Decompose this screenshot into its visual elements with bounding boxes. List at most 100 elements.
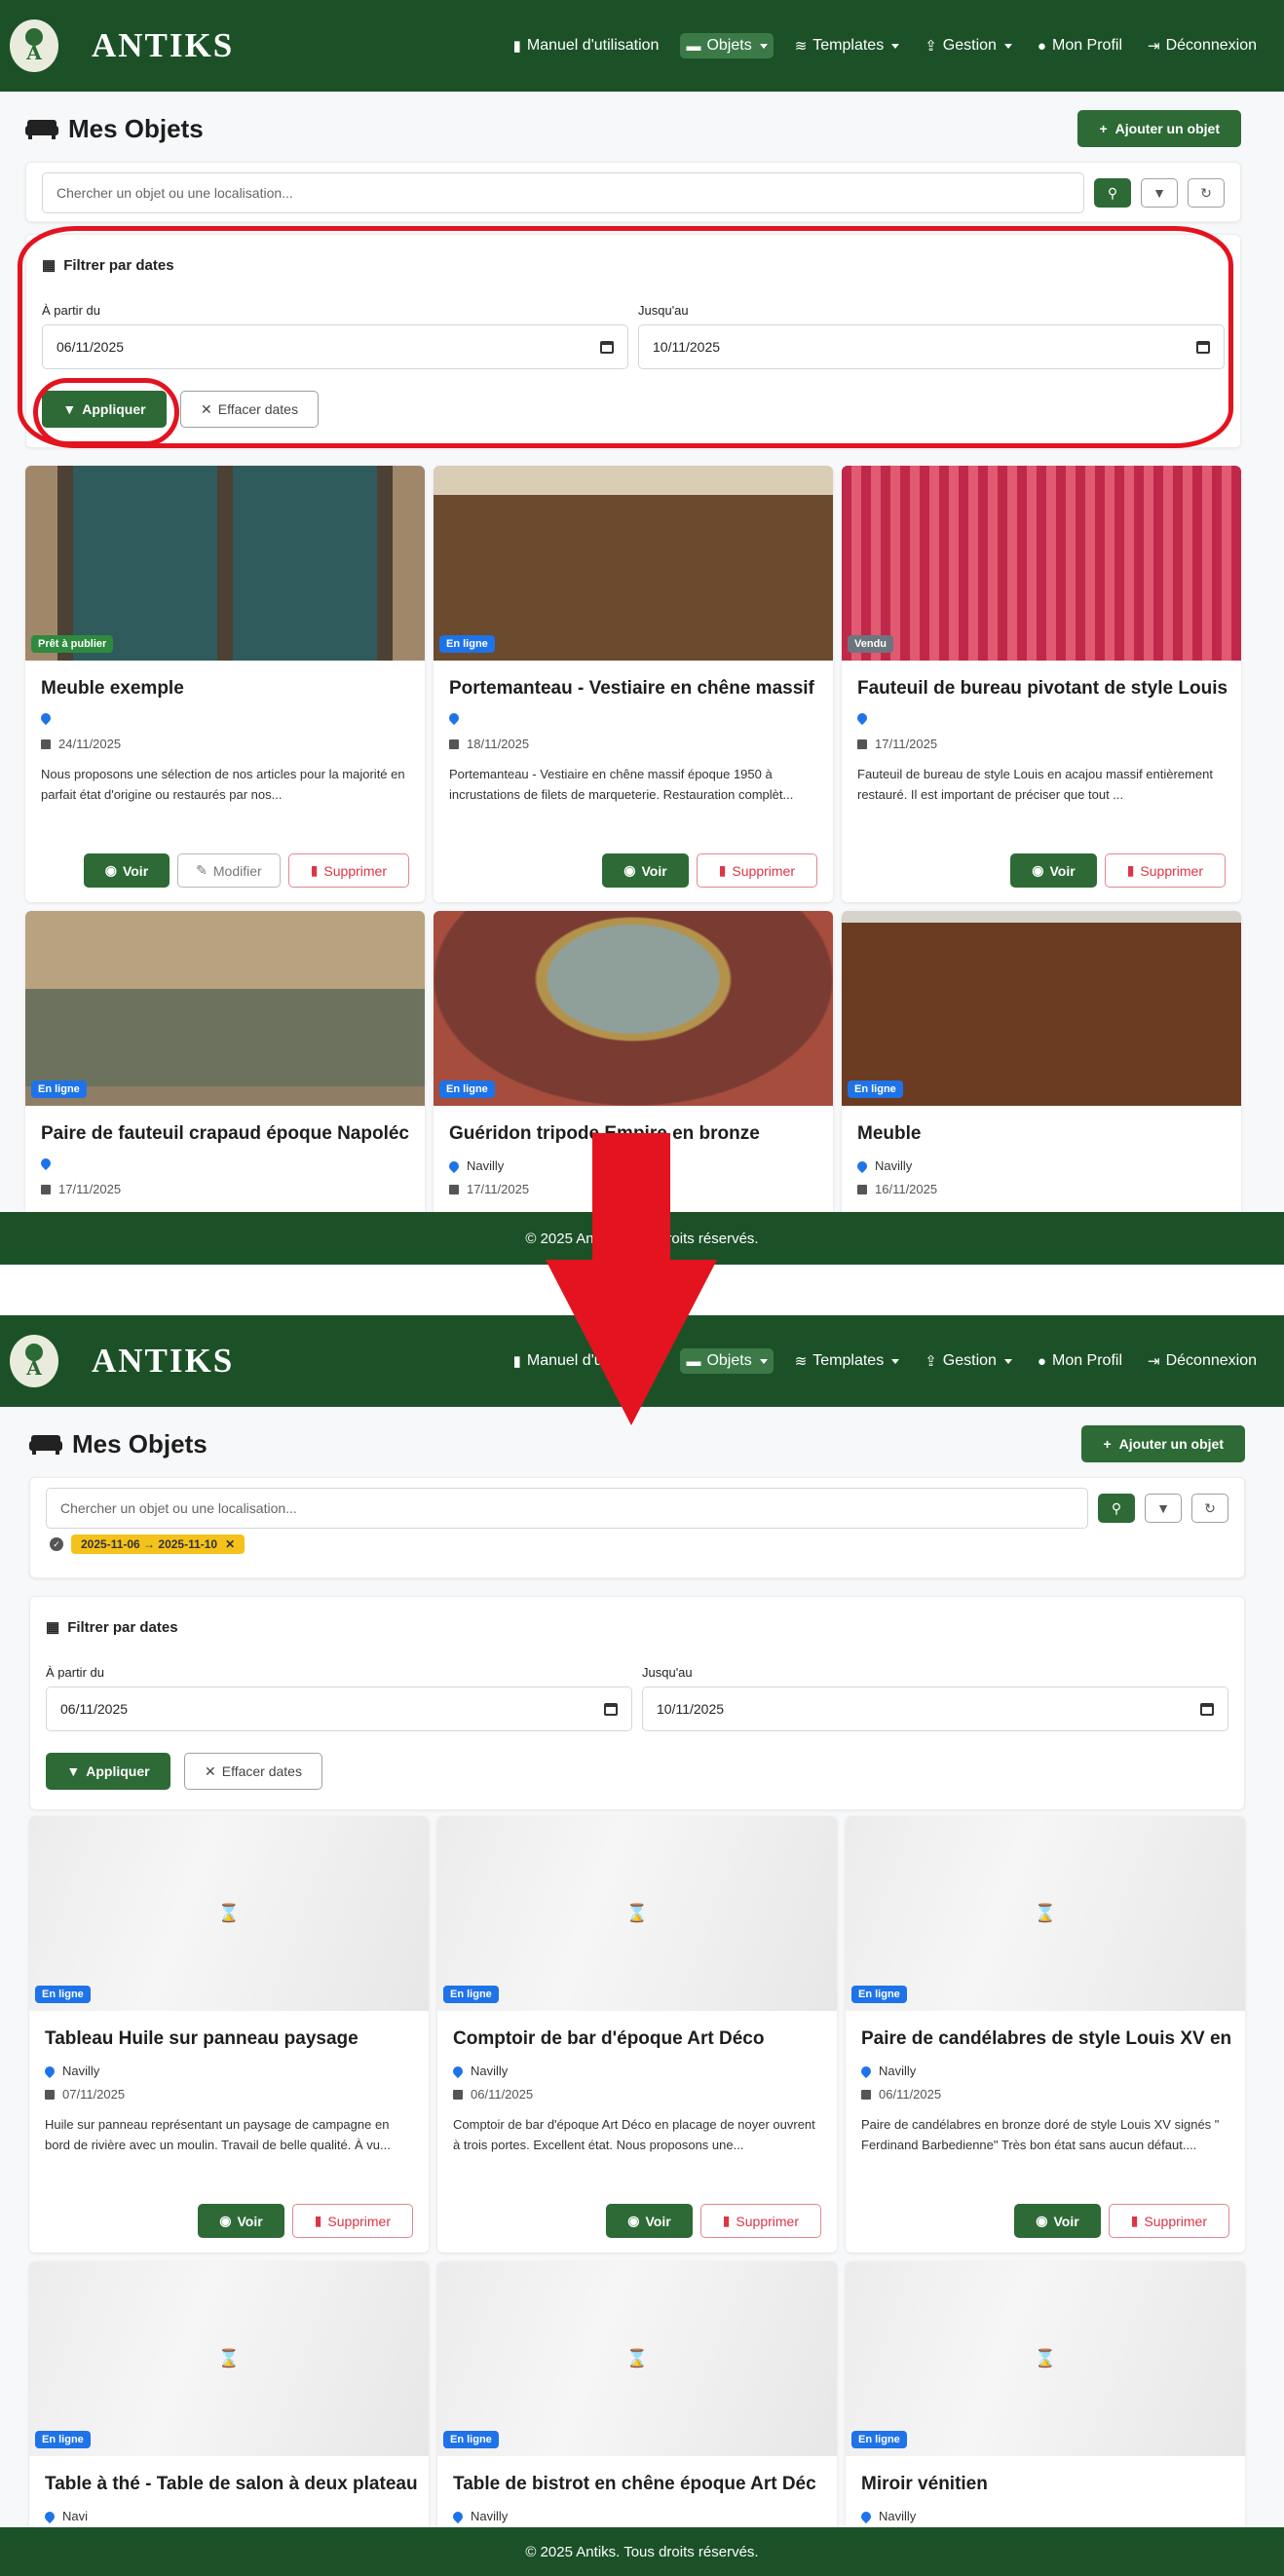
search-card: Chercher un objet ou une localisation...… [29,1477,1245,1578]
nav-logout[interactable]: ⇥ Déconnexion [1144,34,1261,57]
delete-button[interactable]: ▮ Supprimer [287,853,409,888]
view-button[interactable]: ◉ Voir [1010,853,1097,888]
screenshot-after: A ANTIKS ▮ Manuel d'utilisation ▬ Objets ≋… [0,1315,1284,2576]
nav-profil[interactable]: ● Mon Profil [1034,1349,1126,1373]
status-badge: En ligne [439,1080,495,1098]
search-button[interactable]: ⚲ [1094,178,1131,208]
delete-button[interactable]: ▮ Supprimer [699,2204,821,2238]
calendar-icon [45,2089,55,2100]
nav-templates[interactable]: ≋ Templates [791,34,904,57]
object-location: Navilly [858,2509,916,2523]
antiks-logo[interactable]: A [10,1335,58,1387]
object-date: 06/11/2025 [453,2087,533,2102]
object-thumbnail[interactable]: ⌛ En ligne [29,2261,429,2456]
object-card: ⌛ En ligne Paire de candélabres de style L… [846,1816,1245,2253]
delete-button[interactable]: ▮ Supprimer [1108,2204,1229,2238]
object-thumbnail[interactable]: ⌛ En ligne [437,1816,837,2011]
sofa-icon [29,1435,62,1455]
object-location [446,710,467,726]
map-pin-icon [42,2064,57,2078]
upload-icon: ⇪ [925,1353,937,1370]
hourglass-icon: ⌛ [625,2348,649,2368]
to-date-input[interactable]: 10/11/2025 [642,1686,1228,1731]
object-thumbnail[interactable]: En ligne [434,911,833,1106]
map-pin-icon [450,2064,466,2078]
view-button[interactable]: ◉ Voir [83,853,170,888]
delete-button[interactable]: ▮ Supprimer [696,853,817,888]
page-header: Mes Objets + Ajouter un objet [29,1424,1245,1463]
object-thumbnail[interactable]: Vendu [842,466,1241,661]
status-badge: En ligne [443,2431,499,2448]
annotation-circle-filter [18,226,1233,448]
object-location: Navilly [42,2064,99,2078]
object-thumbnail[interactable]: ⌛ En ligne [846,1816,1245,2011]
refresh-icon: ↻ [1200,184,1212,201]
object-date: 17/11/2025 [41,1182,121,1196]
object-card: ⌛ En ligne Comptoir de bar d'époque Art Dé… [437,1816,837,2253]
delete-button[interactable]: ▮ Supprimer [1104,853,1226,888]
object-thumbnail[interactable]: En ligne [434,466,833,661]
calendar-icon[interactable] [1200,1702,1214,1716]
filter-button[interactable]: ▼ [1141,178,1178,208]
object-title: Tableau Huile sur panneau paysage [45,2028,359,2049]
object-title: Table de bistrot en chêne époque Art Déc [453,2474,816,2494]
chevron-down-icon [891,43,900,49]
object-location [38,1155,58,1171]
nav-objets[interactable]: ▬ Objets [680,33,774,58]
search-button[interactable]: ⚲ [1098,1494,1135,1523]
calendar-icon[interactable] [604,1702,618,1716]
apply-button[interactable]: ▼ Appliquer [46,1753,170,1790]
page-title: Mes Objets [25,114,204,144]
object-thumbnail[interactable]: En ligne [842,911,1241,1106]
close-icon[interactable]: ✕ [225,1537,235,1551]
calendar-icon [857,1184,867,1194]
object-thumbnail[interactable]: ⌛ En ligne [29,1816,429,2011]
nav-manual[interactable]: ▮ Manuel d'utilisation [510,34,663,57]
from-label: À partir du [46,1665,104,1680]
add-object-button[interactable]: + Ajouter un objet [1077,110,1241,147]
object-thumbnail[interactable]: ⌛ En ligne [846,2261,1245,2456]
object-description: Huile sur panneau représentant un paysag… [45,2117,391,2152]
view-button[interactable]: ◉ Voir [198,2204,284,2238]
nav-templates[interactable]: ≋ Templates [791,1349,904,1373]
edit-button[interactable]: ✎ Modifier [177,853,281,888]
object-thumbnail[interactable]: ⌛ En ligne [437,2261,837,2456]
search-input[interactable]: Chercher un objet ou une localisation... [42,172,1084,213]
view-button[interactable]: ◉ Voir [1014,2204,1101,2238]
layers-icon: ≋ [794,1353,808,1370]
antiks-logo[interactable]: A [10,19,58,72]
trash-icon: ▮ [722,2213,731,2228]
view-button[interactable]: ◉ Voir [606,2204,693,2238]
map-pin-icon [446,710,462,726]
object-title: Meuble [857,1123,922,1144]
refresh-button[interactable]: ↻ [1188,178,1225,208]
logout-icon: ⇥ [1148,1353,1160,1370]
search-icon: ⚲ [1111,1499,1122,1516]
refresh-button[interactable]: ↻ [1191,1494,1228,1523]
eye-icon: ◉ [1032,862,1044,878]
check-circle-icon: ✓ [50,1537,63,1551]
object-title: Meuble exemple [41,678,184,699]
objects-grid: ⌛ En ligne Tableau Huile sur panneau paysa… [29,1816,1245,2576]
search-input[interactable]: Chercher un objet ou une localisation... [46,1488,1088,1529]
add-object-button[interactable]: + Ajouter un objet [1081,1425,1245,1462]
annotation-circle-apply [33,378,179,446]
object-thumbnail[interactable]: En ligne [25,911,425,1106]
object-location: Navilly [450,2509,508,2523]
status-badge: En ligne [31,1080,87,1098]
delete-button[interactable]: ▮ Supprimer [291,2204,413,2238]
clear-dates-button[interactable]: ✕ Effacer dates [184,1753,322,1790]
object-date: 17/11/2025 [857,737,937,751]
calendar-icon: ▦ [46,1619,60,1636]
from-date-input[interactable]: 06/11/2025 [46,1686,632,1731]
nav-gestion[interactable]: ⇪ Gestion [921,1349,1016,1373]
filter-button[interactable]: ▼ [1145,1494,1182,1523]
nav-logout[interactable]: ⇥ Déconnexion [1144,1349,1261,1373]
map-pin-icon [38,1155,54,1171]
eye-icon: ◉ [219,2213,232,2228]
card-actions: ◉ Voir ✎ Modifier ▮ Supprimer [83,853,409,888]
object-thumbnail[interactable]: Prêt à publier [25,466,425,661]
nav-gestion[interactable]: ⇪ Gestion [921,34,1016,57]
view-button[interactable]: ◉ Voir [602,853,689,888]
nav-profil[interactable]: ● Mon Profil [1034,34,1126,57]
